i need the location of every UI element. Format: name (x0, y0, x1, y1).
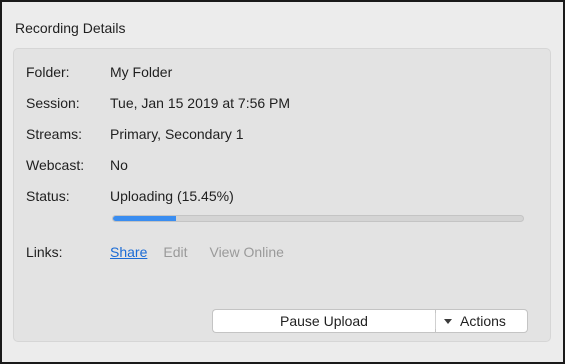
details-panel: Folder: My Folder Session: Tue, Jan 15 201… (13, 48, 551, 342)
status-row: Status: Uploading (15.45%) (26, 187, 234, 205)
share-link[interactable]: Share (110, 244, 147, 260)
streams-value: Primary, Secondary 1 (110, 126, 244, 142)
session-label: Session: (26, 95, 80, 111)
status-label: Status: (26, 188, 70, 204)
edit-link[interactable]: Edit (163, 244, 187, 260)
upload-progress-fill (113, 216, 177, 221)
streams-label: Streams: (26, 126, 83, 142)
folder-row: Folder: My Folder (26, 63, 172, 81)
links-row: Links: Share Edit View Online (26, 243, 306, 261)
chevron-down-icon (444, 318, 452, 324)
webcast-label: Webcast: (26, 157, 85, 173)
actions-label: Actions (460, 313, 506, 329)
folder-value: My Folder (110, 64, 173, 80)
streams-row: Streams: Primary, Secondary 1 (26, 125, 244, 143)
recording-details-window: Recording Details Folder: My Folder Sessi… (0, 0, 565, 364)
links-label: Links: (26, 244, 63, 260)
view-online-link[interactable]: View Online (209, 244, 283, 260)
session-row: Session: Tue, Jan 15 2019 at 7:56 PM (26, 94, 290, 112)
status-value: Uploading (15.45%) (110, 188, 234, 204)
webcast-row: Webcast: No (26, 156, 128, 174)
actions-menu-button[interactable]: Actions (435, 309, 528, 333)
folder-label: Folder: (26, 64, 70, 80)
pause-upload-button[interactable]: Pause Upload (212, 309, 435, 333)
webcast-value: No (110, 157, 128, 173)
group-title: Recording Details (15, 20, 126, 36)
session-value: Tue, Jan 15 2019 at 7:56 PM (110, 95, 291, 111)
button-divider (435, 313, 436, 329)
upload-progress-bar (112, 215, 524, 222)
